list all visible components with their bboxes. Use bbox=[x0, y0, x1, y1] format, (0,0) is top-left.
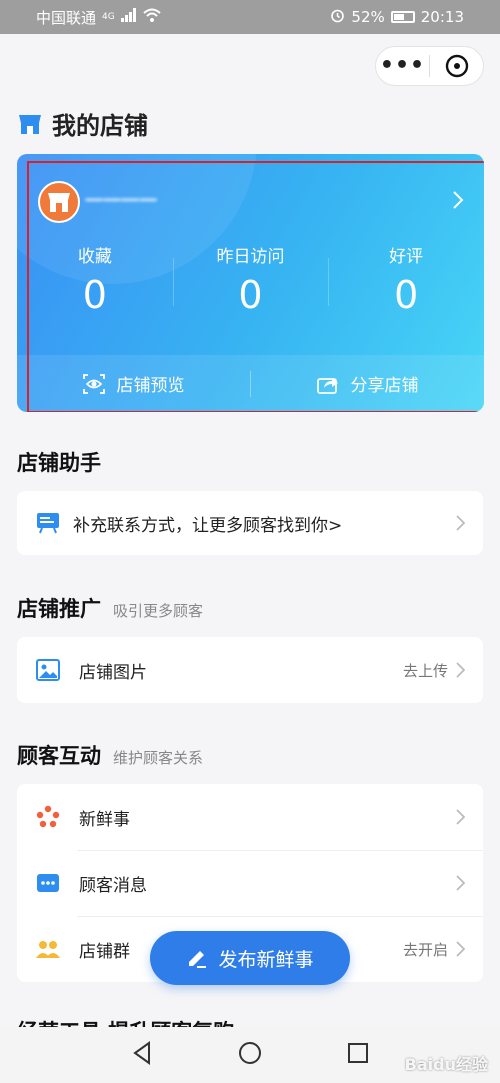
image-icon bbox=[35, 657, 61, 683]
section-promotion-title: 店铺推广 吸引更多顾客 bbox=[17, 593, 203, 623]
message-icon bbox=[35, 870, 61, 896]
add-contact-tip[interactable]: 补充联系方式，让更多顾客找到你> bbox=[17, 491, 483, 555]
close-button[interactable] bbox=[430, 54, 483, 78]
row-action: 去上传 bbox=[403, 660, 465, 681]
home-circle-icon bbox=[239, 1042, 261, 1064]
shop-images-row[interactable]: 店铺图片 去上传 bbox=[17, 637, 483, 703]
carrier-name: 中国联通 bbox=[36, 8, 97, 27]
section-interaction-title: 顾客互动 维护顾客关系 bbox=[17, 740, 203, 770]
group-icon bbox=[35, 936, 61, 962]
miniprogram-capsule: ••• bbox=[375, 46, 484, 86]
recents-square-icon bbox=[348, 1043, 368, 1063]
pencil-icon bbox=[189, 951, 207, 968]
more-button[interactable]: ••• bbox=[376, 46, 429, 86]
billboard-icon bbox=[35, 510, 61, 536]
chevron-right-icon bbox=[456, 875, 465, 891]
section-subtitle: 维护顾客关系 bbox=[113, 749, 204, 767]
row-label: 店铺群 bbox=[79, 941, 130, 962]
news-row[interactable]: 新鲜事 bbox=[17, 784, 483, 850]
add-contact-tip-text: 补充联系方式，让更多顾客找到你> bbox=[73, 515, 343, 536]
annotation-highlight-box bbox=[27, 161, 484, 412]
home-button[interactable] bbox=[238, 1041, 262, 1069]
publish-news-button[interactable]: 发布新鲜事 bbox=[150, 931, 350, 985]
section-assistant-title: 店铺助手 bbox=[17, 447, 101, 477]
row-action bbox=[448, 809, 465, 825]
customer-messages-row[interactable]: 顾客消息 bbox=[17, 850, 483, 916]
back-triangle-icon bbox=[133, 1041, 150, 1065]
row-action-text: 去开启 bbox=[402, 940, 448, 959]
row-label: 顾客消息 bbox=[79, 875, 147, 896]
battery-icon bbox=[390, 11, 415, 23]
chevron-right-icon bbox=[456, 515, 465, 531]
chevron-right-icon bbox=[456, 662, 465, 678]
assistant-card: 补充联系方式，让更多顾客找到你> bbox=[17, 491, 483, 555]
section-subtitle: 吸引更多顾客 bbox=[113, 602, 204, 620]
chevron-right-icon bbox=[456, 941, 465, 957]
watermark: Baidu经验 bbox=[404, 1055, 488, 1074]
wifi-icon bbox=[143, 8, 161, 26]
clock-time: 20:13 bbox=[420, 8, 464, 26]
store-icon bbox=[19, 114, 41, 134]
section-title-text: 店铺助手 bbox=[17, 451, 101, 475]
row-action: 去开启 bbox=[403, 939, 465, 960]
section-title-text: 顾客互动 bbox=[17, 744, 101, 768]
chevron-right-icon bbox=[456, 809, 465, 825]
row-chevron bbox=[456, 515, 465, 531]
system-nav-bar: Baidu经验 bbox=[0, 1027, 500, 1083]
row-label: 新鲜事 bbox=[79, 809, 130, 830]
close-icon bbox=[445, 54, 468, 78]
battery-percent: 52% bbox=[351, 8, 385, 26]
recents-button[interactable] bbox=[347, 1042, 369, 1068]
page-title: 我的店铺 bbox=[17, 106, 148, 141]
page-title-text: 我的店铺 bbox=[52, 112, 148, 140]
publish-news-label: 发布新鲜事 bbox=[218, 948, 314, 971]
network-type: 4G bbox=[102, 12, 115, 22]
shop-card: 一一一一 收藏 0 昨日访问 0 好评 0 店铺预览 分享店铺 bbox=[17, 154, 484, 412]
back-button[interactable] bbox=[131, 1041, 153, 1069]
row-action-text: 去上传 bbox=[402, 661, 448, 680]
alarm-icon bbox=[330, 8, 345, 27]
row-action bbox=[448, 875, 465, 891]
section-title-text: 店铺推广 bbox=[17, 597, 101, 621]
row-label: 店铺图片 bbox=[79, 662, 147, 683]
flower-icon bbox=[35, 804, 61, 830]
promotion-card: 店铺图片 去上传 bbox=[17, 637, 483, 703]
signal-icon bbox=[120, 8, 137, 26]
status-bar: 中国联通 4G 52% 20:13 bbox=[0, 0, 500, 34]
